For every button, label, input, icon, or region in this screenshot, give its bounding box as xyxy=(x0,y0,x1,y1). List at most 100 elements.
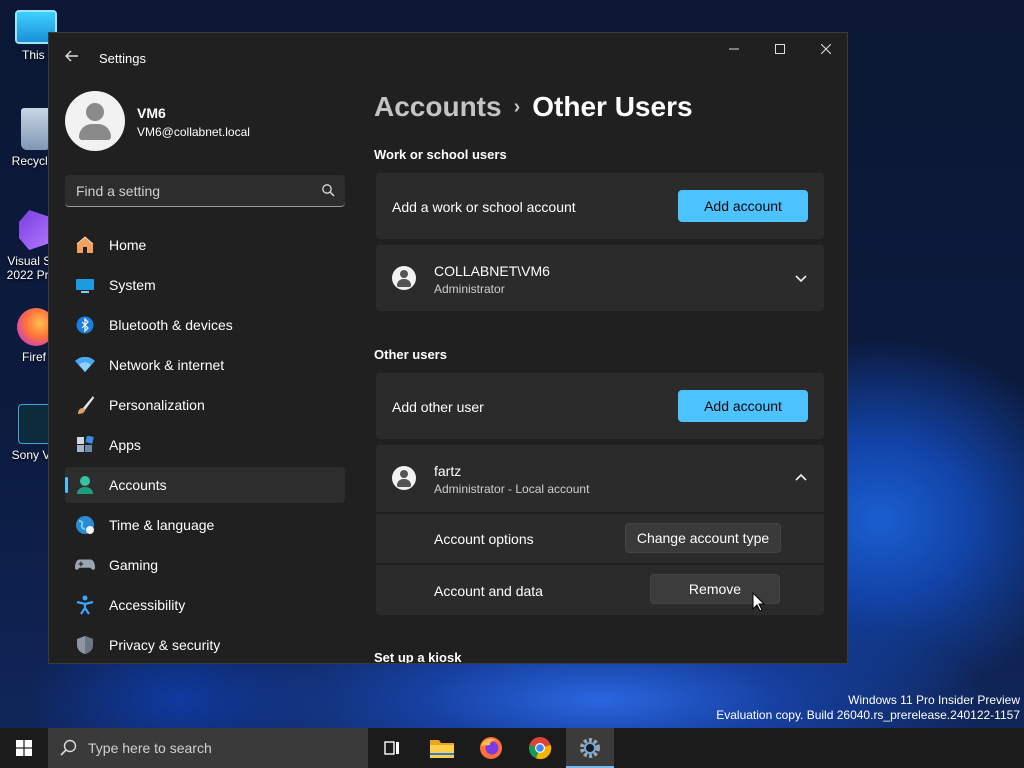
breadcrumb: Accounts › Other Users xyxy=(374,91,693,123)
maximize-button[interactable] xyxy=(757,33,803,65)
start-button[interactable] xyxy=(0,728,48,768)
avatar xyxy=(392,466,416,490)
sidebar-item-accounts[interactable]: Accounts xyxy=(65,467,345,503)
sidebar-nav: Home System Bluetooth & devices Network … xyxy=(65,227,345,663)
chevron-right-icon: › xyxy=(513,96,521,118)
gamepad-icon xyxy=(75,555,95,575)
chevron-up-icon[interactable] xyxy=(794,471,808,485)
maximize-icon xyxy=(775,44,785,54)
sidebar-item-apps[interactable]: Apps xyxy=(65,427,345,463)
chrome-icon xyxy=(529,737,552,760)
divider xyxy=(376,512,824,514)
account-options-label: Account options xyxy=(434,531,534,547)
taskbar-search-placeholder: Type here to search xyxy=(88,740,212,756)
watermark-line-1: Windows 11 Pro Insider Preview xyxy=(848,693,1020,707)
network-icon xyxy=(75,355,95,375)
sidebar-item-label: System xyxy=(109,277,156,293)
sidebar-item-personalization[interactable]: Personalization xyxy=(65,387,345,423)
firefox-icon xyxy=(480,737,502,759)
profile-name: VM6 xyxy=(137,105,166,121)
user-role: Administrator - Local account xyxy=(434,482,590,496)
settings-icon xyxy=(580,738,600,758)
close-button[interactable] xyxy=(803,33,847,65)
task-view-button[interactable] xyxy=(368,728,416,768)
close-icon xyxy=(821,44,831,54)
avatar xyxy=(392,266,416,290)
user-profile[interactable]: VM6 VM6@collabnet.local xyxy=(65,91,250,151)
firefox-taskbar-button[interactable] xyxy=(467,728,515,768)
taskbar: Type here to search xyxy=(0,728,1024,768)
sidebar-item-bluetooth[interactable]: Bluetooth & devices xyxy=(65,307,345,343)
user-role: Administrator xyxy=(434,282,505,296)
change-account-type-button[interactable]: Change account type xyxy=(625,523,781,553)
add-work-account-button[interactable]: Add account xyxy=(678,190,808,222)
sidebar-item-label: Bluetooth & devices xyxy=(109,317,233,333)
sidebar-item-time-language[interactable]: Time & language xyxy=(65,507,345,543)
avatar xyxy=(65,91,125,151)
breadcrumb-accounts[interactable]: Accounts xyxy=(374,91,502,122)
globe-icon xyxy=(75,515,95,535)
account-and-data-label: Account and data xyxy=(434,583,543,599)
sidebar-item-label: Privacy & security xyxy=(109,637,221,653)
system-icon xyxy=(75,275,95,295)
sidebar-item-label: Personalization xyxy=(109,397,205,413)
other-add-card: Add other user Add account xyxy=(376,373,824,439)
minimize-button[interactable] xyxy=(711,33,757,65)
page-title: Other Users xyxy=(532,91,693,122)
accounts-icon xyxy=(75,475,95,495)
settings-taskbar-button[interactable] xyxy=(566,728,614,768)
other-user-header[interactable]: fartz Administrator - Local account xyxy=(376,445,824,511)
work-add-card: Add a work or school account Add account xyxy=(376,173,824,239)
other-add-label: Add other user xyxy=(392,399,484,415)
work-user-card[interactable]: COLLABNET\VM6 Administrator xyxy=(376,245,824,311)
file-explorer-button[interactable] xyxy=(418,728,466,768)
file-explorer-icon xyxy=(430,740,454,758)
taskbar-search-input[interactable]: Type here to search xyxy=(48,728,368,768)
search-icon xyxy=(322,184,335,197)
section-heading-work-school: Work or school users xyxy=(374,147,507,162)
search-input[interactable]: Find a setting xyxy=(65,175,345,207)
windows-logo-icon xyxy=(16,740,32,756)
other-user-card: fartz Administrator - Local account Acco… xyxy=(376,445,824,615)
sidebar-item-home[interactable]: Home xyxy=(65,227,345,263)
watermark-line-2: Evaluation copy. Build 26040.rs_prerelea… xyxy=(716,708,1020,722)
user-name: COLLABNET\VM6 xyxy=(434,263,550,279)
sidebar-item-label: Accounts xyxy=(109,477,167,493)
sidebar-item-label: Apps xyxy=(109,437,141,453)
search-placeholder: Find a setting xyxy=(76,183,161,199)
work-add-label: Add a work or school account xyxy=(392,199,576,215)
mouse-cursor-icon xyxy=(752,592,766,612)
sidebar-item-label: Accessibility xyxy=(109,597,186,613)
sidebar-item-accessibility[interactable]: Accessibility xyxy=(65,587,345,623)
brush-icon xyxy=(75,395,95,415)
sidebar-item-label: Time & language xyxy=(109,517,215,533)
recycle-bin-icon xyxy=(21,108,51,150)
chevron-down-icon[interactable] xyxy=(794,271,808,285)
settings-window: Settings VM6 VM6@collabnet.local Find a … xyxy=(48,32,848,664)
sidebar-item-gaming[interactable]: Gaming xyxy=(65,547,345,583)
task-view-icon xyxy=(384,741,399,755)
profile-email: VM6@collabnet.local xyxy=(137,125,250,139)
sidebar-item-label: Home xyxy=(109,237,147,253)
bluetooth-icon xyxy=(75,315,95,335)
minimize-icon xyxy=(729,48,739,50)
add-other-account-button[interactable]: Add account xyxy=(678,390,808,422)
window-title: Settings xyxy=(99,51,146,66)
section-heading-other-users: Other users xyxy=(374,347,447,362)
back-arrow-icon xyxy=(65,50,78,62)
back-button[interactable] xyxy=(61,45,83,67)
title-bar: Settings xyxy=(49,33,847,81)
divider xyxy=(376,563,824,565)
home-icon xyxy=(75,235,95,255)
sidebar-item-label: Network & internet xyxy=(109,357,225,373)
user-name: fartz xyxy=(434,463,462,479)
accessibility-icon xyxy=(75,595,95,615)
sidebar-item-system[interactable]: System xyxy=(65,267,345,303)
section-heading-kiosk: Set up a kiosk xyxy=(374,650,462,664)
sidebar-item-label: Gaming xyxy=(109,557,159,573)
chrome-taskbar-button[interactable] xyxy=(516,728,564,768)
sidebar-item-network[interactable]: Network & internet xyxy=(65,347,345,383)
sidebar-item-privacy-security[interactable]: Privacy & security xyxy=(65,627,345,663)
apps-icon xyxy=(75,435,95,455)
shield-icon xyxy=(75,635,95,655)
